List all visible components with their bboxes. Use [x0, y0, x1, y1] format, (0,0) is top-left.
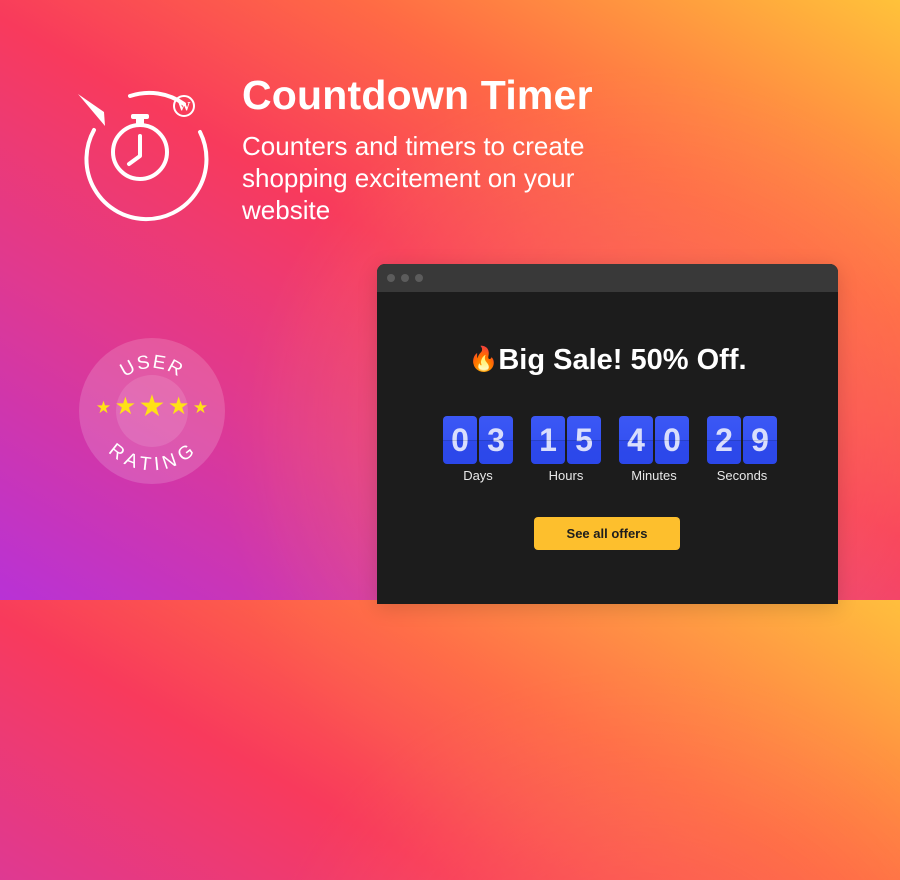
timer-label: Days: [463, 468, 493, 483]
timer-label: Hours: [548, 468, 584, 483]
timer-digit: 0: [655, 416, 689, 464]
timer-unit-hours: 1 5 Hours: [531, 416, 601, 483]
timer-digit: 3: [479, 416, 513, 464]
countdown-timer: 0 3 Days 1 5 Hours 4 0 Minutes 2 9 Secon…: [443, 416, 777, 483]
svg-text:W: W: [178, 99, 191, 114]
fire-icon: 🔥: [468, 346, 499, 373]
timer-unit-minutes: 4 0 Minutes: [619, 416, 689, 483]
timer-digit: 0: [443, 416, 477, 464]
sale-headline: 🔥Big Sale! 50% Off.: [377, 344, 838, 377]
svg-text:USER: USER: [117, 352, 188, 382]
browser-preview-window: 🔥Big Sale! 50% Off. 0 3 Days 1 5 Hours 4…: [377, 264, 838, 604]
window-close-dot[interactable]: [387, 274, 395, 282]
star-icon: ★: [95, 397, 112, 417]
timer-digit: 4: [619, 416, 653, 464]
wordpress-icon: W: [173, 95, 195, 117]
timer-label: Seconds: [716, 468, 768, 483]
star-icon: ★: [114, 393, 137, 420]
window-maximize-dot[interactable]: [415, 274, 423, 282]
badge-bottom-text: RATING: [104, 440, 197, 476]
see-all-offers-button[interactable]: See all offers: [534, 517, 680, 550]
svg-text:RATING: RATING: [104, 440, 199, 476]
badge-top-text: USER: [117, 352, 186, 382]
window-minimize-dot[interactable]: [401, 274, 409, 282]
page-subtitle: Counters and timers to create shopping e…: [242, 131, 585, 225]
page-title: Countdown Timer: [242, 72, 593, 118]
timer-unit-days: 0 3 Days: [443, 416, 513, 483]
timer-digit: 2: [707, 416, 741, 464]
timer-digit: 1: [531, 416, 565, 464]
browser-titlebar: [377, 264, 838, 292]
star-rating: ★ ★ ★ ★ ★: [79, 392, 225, 422]
timer-label: Minutes: [631, 468, 677, 483]
star-icon: ★: [138, 390, 166, 423]
timer-digit: 5: [567, 416, 601, 464]
timer-unit-seconds: 2 9 Seconds: [707, 416, 777, 483]
timer-digit: 9: [743, 416, 777, 464]
user-rating-badge: USER RATING ★ ★ ★ ★ ★: [79, 338, 225, 484]
star-icon: ★: [167, 393, 190, 420]
sale-headline-text: Big Sale! 50% Off.: [498, 344, 747, 376]
star-icon: ★: [192, 397, 209, 417]
